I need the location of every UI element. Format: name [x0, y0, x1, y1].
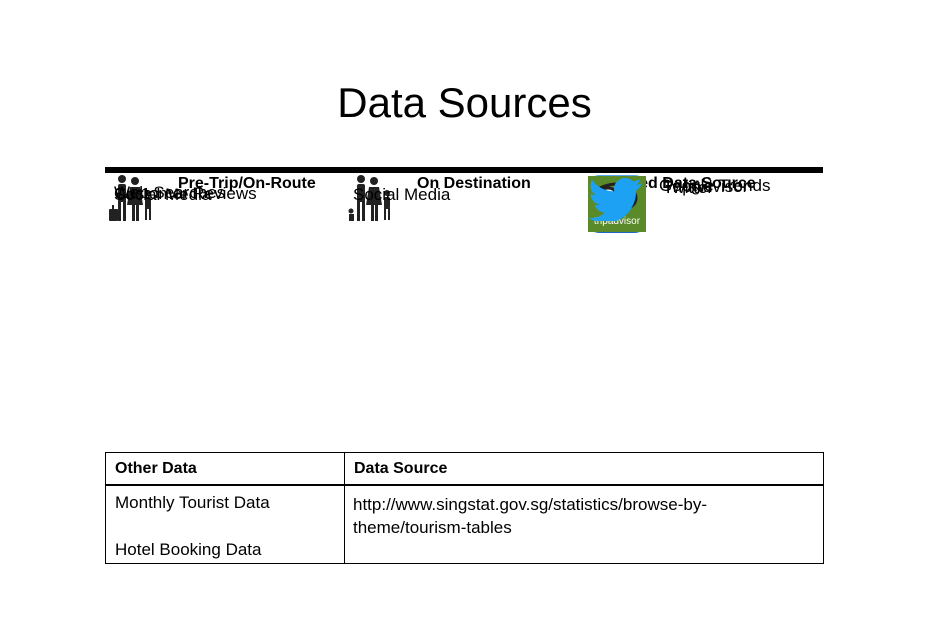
other-data-item: Hotel Booking Data	[115, 540, 262, 559]
other-data-table: Other Data Data Source Monthly Tourist D…	[105, 452, 824, 564]
table-cell: Other Data	[105, 452, 345, 486]
page-title: Data Sources	[337, 79, 592, 126]
source-url-link[interactable]: http://www.singstat.gov.sg/statistics/br…	[353, 493, 793, 539]
table-cell: Data Source	[344, 452, 824, 486]
table-cell: http://www.singstat.gov.sg/statistics/br…	[344, 484, 824, 564]
other-data-item: Monthly Tourist Data	[115, 493, 270, 512]
other-data-header: Other Data	[115, 460, 197, 477]
table-cell: Twitter	[583, 170, 823, 221]
table-cell: Social Media	[344, 170, 584, 204]
twitter-icon	[588, 178, 642, 221]
sources-table: Pre-Trip/On-Route On Destination Selecte…	[105, 167, 823, 233]
on-destination-cell: Social Media	[353, 185, 451, 204]
pre-trip-cell: Social Media	[114, 185, 212, 204]
data-source-header: Data Source	[354, 460, 448, 477]
selected-source-label: Twitter	[663, 178, 714, 197]
table-cell: Social Media	[105, 170, 345, 204]
table-cell: Monthly Tourist Data Hotel Booking Data	[105, 484, 345, 564]
